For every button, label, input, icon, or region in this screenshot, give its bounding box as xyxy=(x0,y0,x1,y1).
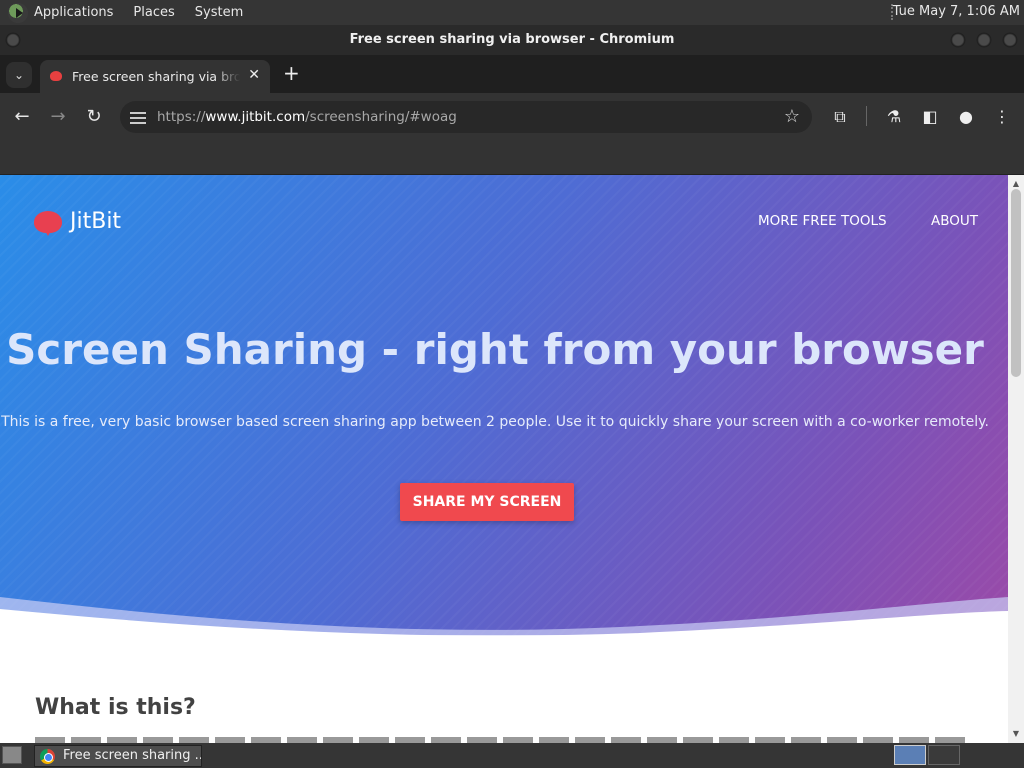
cloud-logo-icon xyxy=(34,210,62,236)
bookmark-star-icon[interactable]: ☆ xyxy=(784,106,800,127)
bottom-taskbar: Free screen sharing ... xyxy=(0,743,1024,768)
minimize-icon[interactable] xyxy=(950,32,966,48)
page-viewport: JitBit MORE FREE TOOLS ABOUT Screen Shar… xyxy=(0,175,1008,743)
page-scrollbar[interactable]: ▲ ▼ xyxy=(1008,175,1024,743)
maximize-icon[interactable] xyxy=(976,32,992,48)
chevron-down-icon: ⌄ xyxy=(13,68,25,82)
tab-search-button[interactable]: ⌄ xyxy=(6,62,32,88)
new-tab-button[interactable]: + xyxy=(283,61,300,85)
side-panel-icon[interactable]: ◧ xyxy=(919,106,941,128)
window-titlebar[interactable]: Free screen sharing via browser - Chromi… xyxy=(0,25,1024,55)
section-title: What is this? xyxy=(35,695,196,720)
address-bar[interactable]: https://www.jitbit.com/screensharing/#wo… xyxy=(120,101,812,133)
nav-more-free-tools[interactable]: MORE FREE TOOLS xyxy=(758,213,887,229)
workspace-1[interactable] xyxy=(894,745,926,765)
applications-menu-icon[interactable] xyxy=(8,2,28,23)
bookmark-bar xyxy=(0,141,1024,175)
window-menu-icon[interactable] xyxy=(5,32,21,48)
hero-wave xyxy=(0,597,1008,645)
window-title: Free screen sharing via browser - Chromi… xyxy=(349,32,675,47)
tab-strip: ⌄ Free screen sharing via browser ✕ + xyxy=(0,55,1024,93)
browser-toolbar: ← → ↻ https://www.jitbit.com/screenshari… xyxy=(0,93,1024,141)
top-panel: Applications Places System Tue May 7, 1:… xyxy=(0,0,1024,25)
menu-kebab-icon[interactable]: ⋮ xyxy=(991,106,1013,128)
page-subtitle: This is a free, very basic browser based… xyxy=(1,414,989,430)
toolbar-separator xyxy=(866,106,867,126)
extensions-icon[interactable]: ⧉ xyxy=(829,106,851,128)
labs-flask-icon[interactable]: ⚗ xyxy=(883,106,905,128)
jitbit-logo[interactable]: JitBit xyxy=(34,209,122,236)
scrollbar-thumb[interactable] xyxy=(1011,189,1021,377)
share-my-screen-button[interactable]: SHARE MY SCREEN xyxy=(400,483,574,521)
show-desktop-icon[interactable] xyxy=(2,746,22,764)
applications-menu[interactable]: Applications xyxy=(34,5,113,20)
scroll-down-icon[interactable]: ▼ xyxy=(1008,727,1024,741)
logo-text: JitBit xyxy=(70,209,122,234)
nav-about[interactable]: ABOUT xyxy=(931,213,978,229)
forward-button[interactable]: → xyxy=(46,105,70,129)
site-info-icon[interactable] xyxy=(130,109,146,125)
close-tab-icon[interactable]: ✕ xyxy=(248,67,260,83)
places-menu[interactable]: Places xyxy=(133,5,174,20)
chromium-icon xyxy=(40,749,55,764)
tab-title: Free screen sharing via browser xyxy=(72,69,240,84)
back-button[interactable]: ← xyxy=(10,105,34,129)
taskbar-window-label: Free screen sharing ... xyxy=(63,748,202,763)
reload-button[interactable]: ↻ xyxy=(82,105,106,129)
clock[interactable]: Tue May 7, 1:06 AM xyxy=(893,4,1020,19)
workspace-2[interactable] xyxy=(928,745,960,765)
taskbar-window-button[interactable]: Free screen sharing ... xyxy=(34,745,202,767)
profile-icon[interactable]: ● xyxy=(955,106,977,128)
url-text[interactable]: https://www.jitbit.com/screensharing/#wo… xyxy=(157,109,457,125)
hero-section: JitBit MORE FREE TOOLS ABOUT Screen Shar… xyxy=(0,175,1008,635)
close-window-icon[interactable] xyxy=(1002,32,1018,48)
tab-active[interactable]: Free screen sharing via browser ✕ xyxy=(40,60,270,93)
page-headline: Screen Sharing - right from your browser xyxy=(6,325,984,374)
jitbit-favicon-icon xyxy=(50,71,62,81)
system-menu[interactable]: System xyxy=(195,5,243,20)
